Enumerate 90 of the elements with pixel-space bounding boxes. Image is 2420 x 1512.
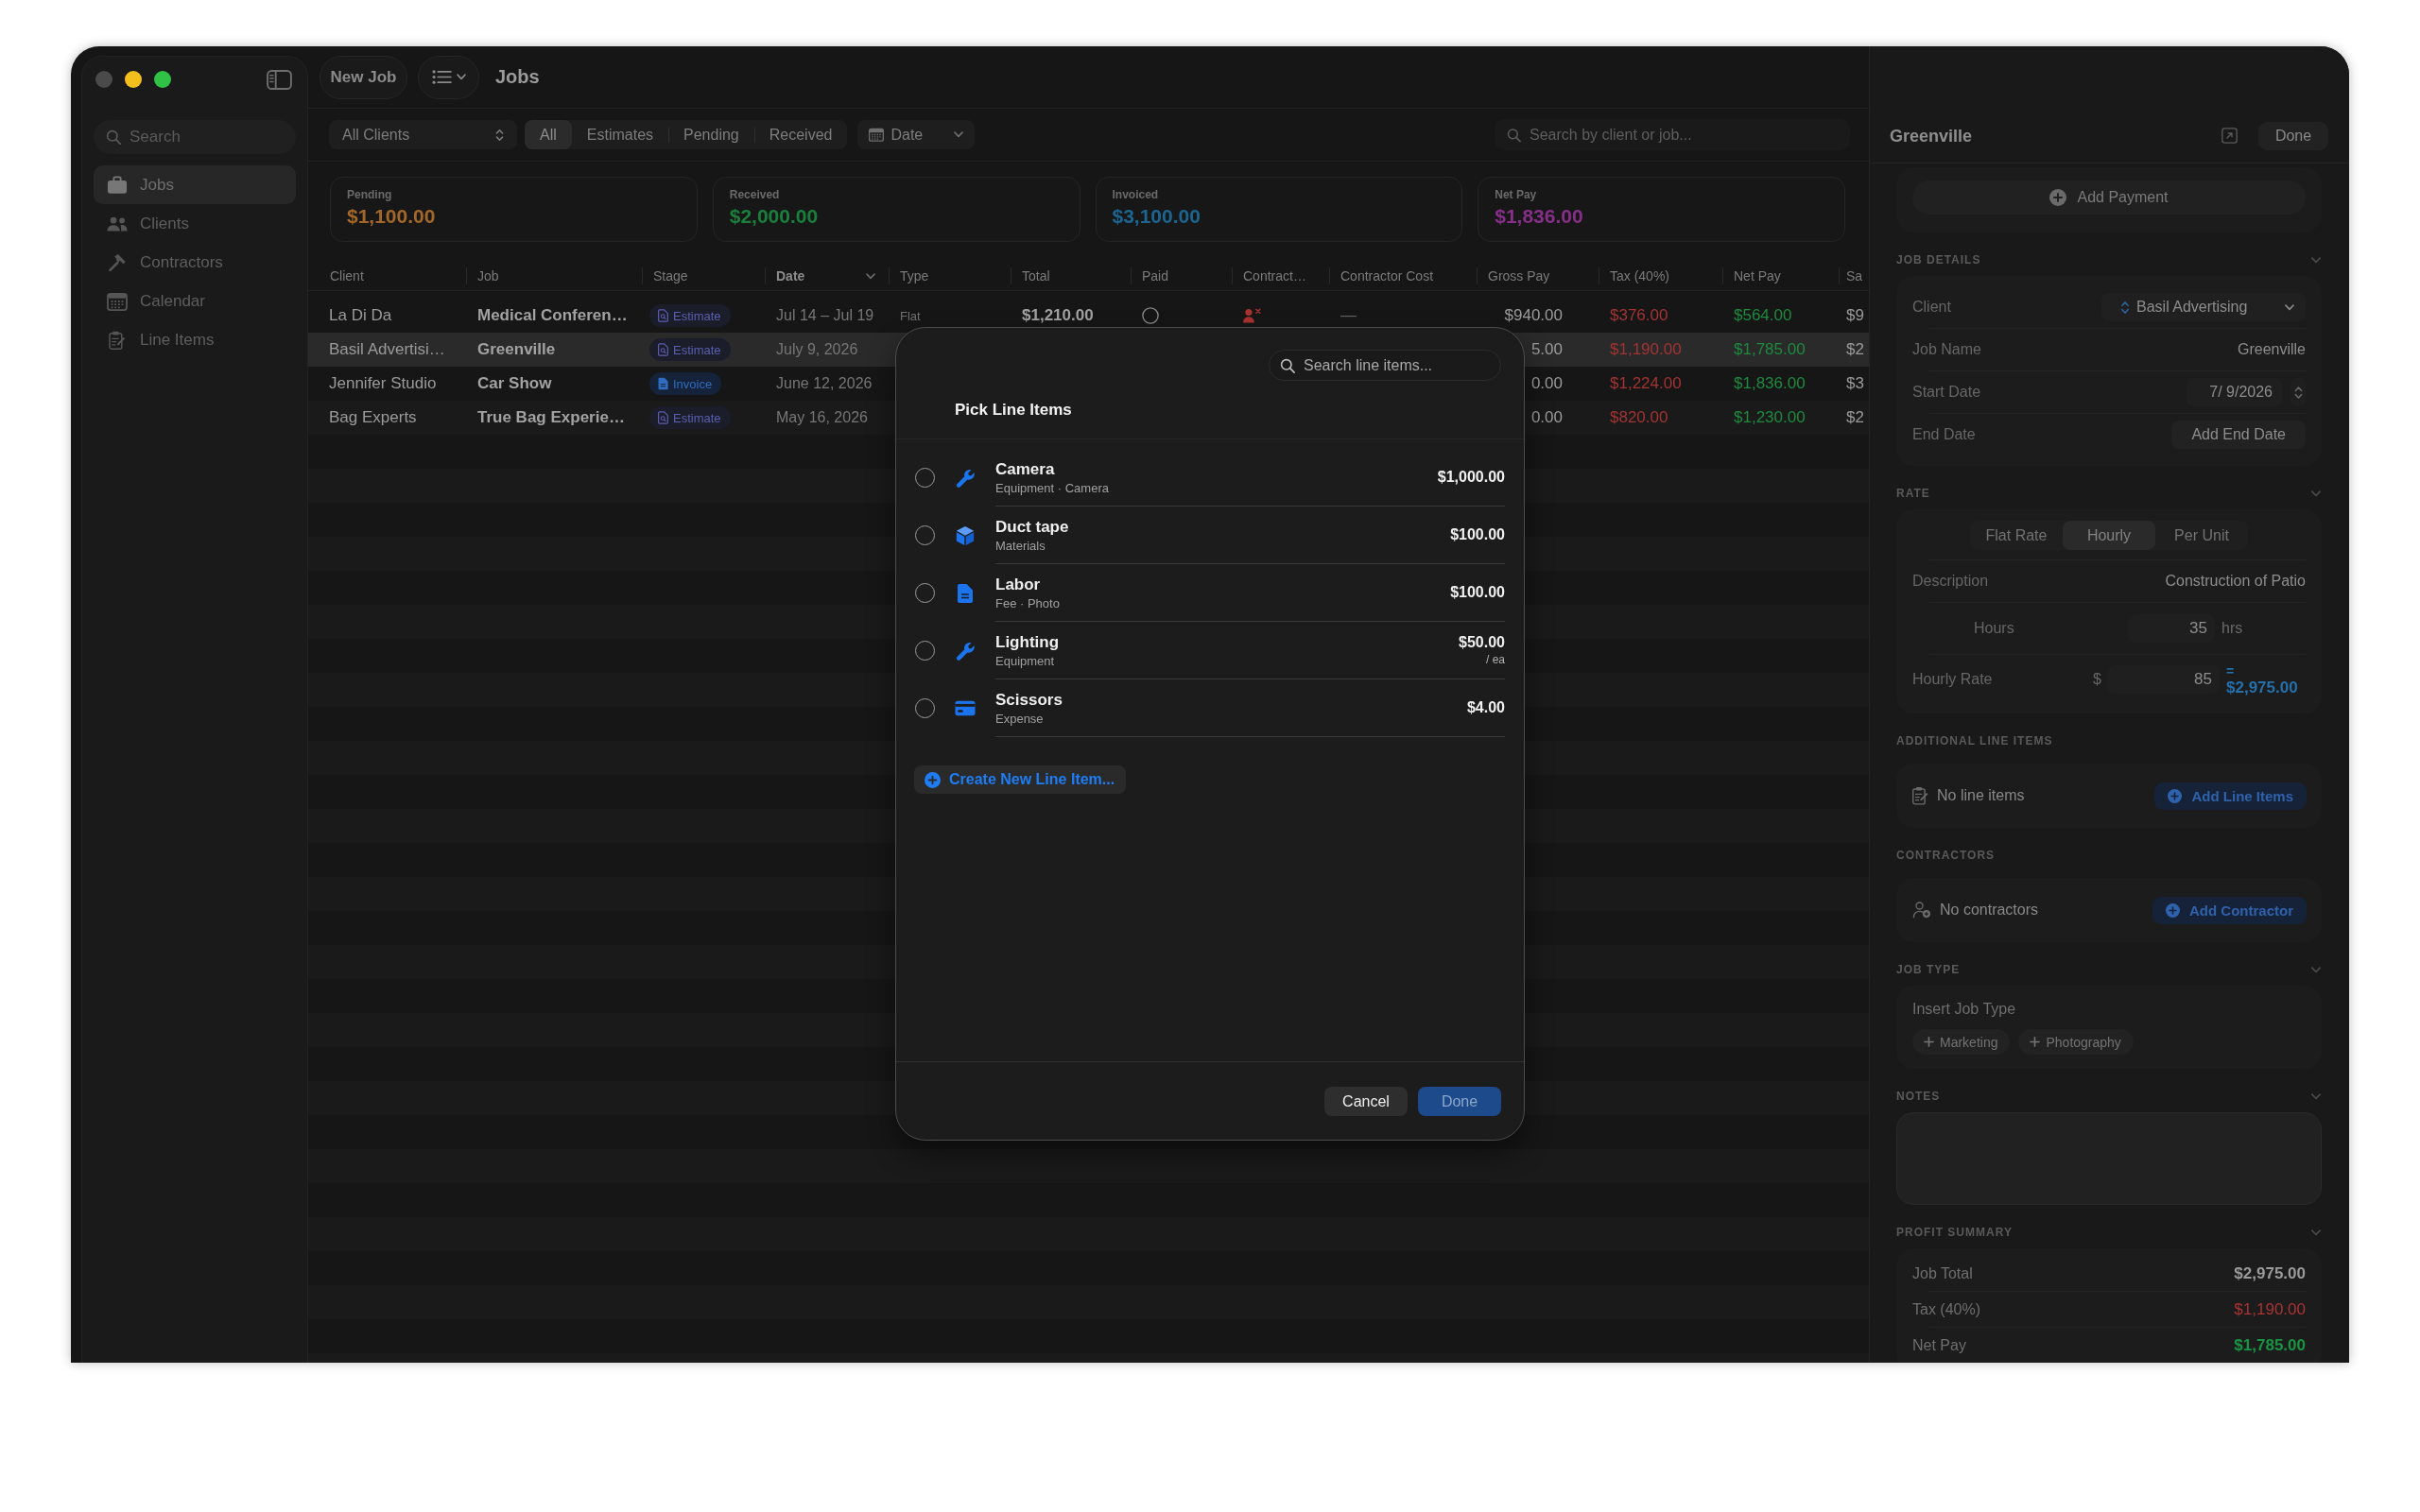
equals-sign: = bbox=[2226, 663, 2235, 679]
client-name: Basil Advertisi… bbox=[329, 340, 445, 359]
rate-type: Flat bbox=[900, 308, 921, 323]
dialog-title: Pick Line Items bbox=[955, 401, 1072, 420]
item-name: Lighting bbox=[995, 632, 1060, 652]
job-name: Car Show bbox=[477, 374, 552, 393]
section-header: JOB DETAILS bbox=[1896, 253, 1981, 266]
field-label: Hours bbox=[1973, 620, 2015, 637]
field-label: End Date bbox=[1912, 426, 1976, 443]
tax-amount: $1,190.00 bbox=[1610, 340, 1682, 359]
total-amount: $1,210.00 bbox=[1022, 306, 1094, 325]
field-label: Hourly Rate bbox=[1912, 671, 1994, 688]
field-label: Start Date bbox=[1912, 384, 1981, 401]
gross-pay-amount: 0.00 bbox=[1530, 408, 1563, 427]
section-header: CONTRACTORS bbox=[1896, 849, 1996, 862]
tax-amount: $376.00 bbox=[1610, 306, 1668, 325]
item-name: Labor bbox=[995, 575, 1041, 594]
empty-state-text: No line items bbox=[1937, 787, 2025, 804]
item-price: $100.00 bbox=[1450, 526, 1505, 543]
item-category: Equipment · Camera bbox=[995, 480, 1109, 495]
summary-value: $1,190.00 bbox=[2234, 1299, 2306, 1319]
net-pay-amount: $1,836.00 bbox=[1734, 374, 1806, 393]
tax-amount: $820.00 bbox=[1610, 408, 1668, 427]
amount-text: $2 bbox=[1846, 408, 1864, 427]
inspector-title: Greenville bbox=[1890, 126, 1973, 147]
stage-label: Estimate bbox=[673, 308, 721, 323]
currency-symbol: $ bbox=[2093, 671, 2101, 688]
summary-label: Job Total bbox=[1912, 1264, 1973, 1282]
job-date: Jul 14 – Jul 19 bbox=[776, 307, 874, 324]
gross-pay-amount: $940.00 bbox=[1504, 306, 1563, 325]
section-header: NOTES bbox=[1896, 1090, 1941, 1103]
window-title: Jobs bbox=[495, 66, 540, 88]
item-category: Expense bbox=[995, 711, 1044, 726]
amount-text: $3 bbox=[1846, 374, 1864, 393]
card-value: $3,100.00 bbox=[1112, 205, 1201, 228]
card-label: Received bbox=[729, 188, 780, 201]
item-price: $50.00 bbox=[1459, 634, 1505, 651]
section-header: ADDITIONAL LINE ITEMS bbox=[1896, 734, 2053, 747]
net-pay-amount: $1,230.00 bbox=[1734, 408, 1806, 427]
summary-value: $1,785.00 bbox=[2234, 1335, 2306, 1355]
card-value: $1,836.00 bbox=[1495, 205, 1583, 228]
card-label: Invoiced bbox=[1112, 188, 1159, 201]
field-label: Client bbox=[1912, 299, 1951, 316]
section-header: JOB TYPE bbox=[1896, 963, 1961, 976]
item-price: $1,000.00 bbox=[1437, 469, 1505, 486]
item-name: Scissors bbox=[995, 690, 1063, 710]
card-label: Pending bbox=[347, 188, 392, 201]
client-name: La Di Da bbox=[329, 306, 392, 325]
field-label: Description bbox=[1912, 573, 1989, 590]
item-name: Duct tape bbox=[995, 517, 1069, 537]
section-header: PROFIT SUMMARY bbox=[1896, 1226, 2013, 1239]
section-header: RATE bbox=[1896, 487, 1930, 500]
rate-total: $2,975.00 bbox=[2226, 679, 2298, 696]
client-name: Bag Experts bbox=[329, 408, 417, 427]
job-date: June 12, 2026 bbox=[776, 375, 873, 392]
job-name: True Bag Experie… bbox=[477, 408, 625, 427]
job-date: July 9, 2026 bbox=[776, 341, 858, 358]
stage-label: Estimate bbox=[673, 410, 721, 425]
unit-label: hrs bbox=[2221, 620, 2244, 637]
card-label: Net Pay bbox=[1495, 188, 1537, 201]
stage-label: Invoice bbox=[673, 376, 713, 391]
summary-label: Tax (40%) bbox=[1912, 1300, 1981, 1318]
field-label: Job Name bbox=[1912, 341, 1981, 358]
item-category: Materials bbox=[995, 538, 1046, 553]
summary-label: Net Pay bbox=[1912, 1336, 1966, 1354]
job-name: Greenville bbox=[477, 340, 556, 359]
field-value: Construction of Patio bbox=[2165, 573, 2306, 590]
job-name: Medical Conferen… bbox=[477, 306, 628, 325]
net-pay-amount: $564.00 bbox=[1734, 306, 1792, 325]
net-pay-amount: $1,785.00 bbox=[1734, 340, 1806, 359]
summary-value: $2,975.00 bbox=[2234, 1263, 2306, 1283]
item-category: Fee · Photo bbox=[995, 595, 1060, 610]
card-value: $1,100.00 bbox=[347, 205, 436, 228]
gross-pay-amount: 0.00 bbox=[1530, 374, 1563, 393]
item-unit: / ea bbox=[1486, 653, 1505, 666]
stage-label: Estimate bbox=[673, 342, 721, 357]
job-date: May 16, 2026 bbox=[776, 409, 868, 426]
amount-text: $2 bbox=[1846, 340, 1864, 359]
item-category: Equipment bbox=[995, 653, 1055, 668]
gross-pay-amount: 5.00 bbox=[1530, 340, 1563, 359]
card-value: $2,000.00 bbox=[729, 205, 819, 228]
item-price: $4.00 bbox=[1466, 699, 1505, 716]
tax-amount: $1,224.00 bbox=[1610, 374, 1682, 393]
contractor-cost: — bbox=[1340, 306, 1357, 325]
empty-state-text: No contractors bbox=[1940, 902, 2039, 919]
amount-text: $9 bbox=[1846, 306, 1864, 325]
item-name: Camera bbox=[995, 459, 1055, 479]
client-name: Jennifer Studio bbox=[329, 374, 437, 393]
item-price: $100.00 bbox=[1450, 584, 1505, 601]
field-value: Greenville bbox=[2237, 341, 2306, 358]
